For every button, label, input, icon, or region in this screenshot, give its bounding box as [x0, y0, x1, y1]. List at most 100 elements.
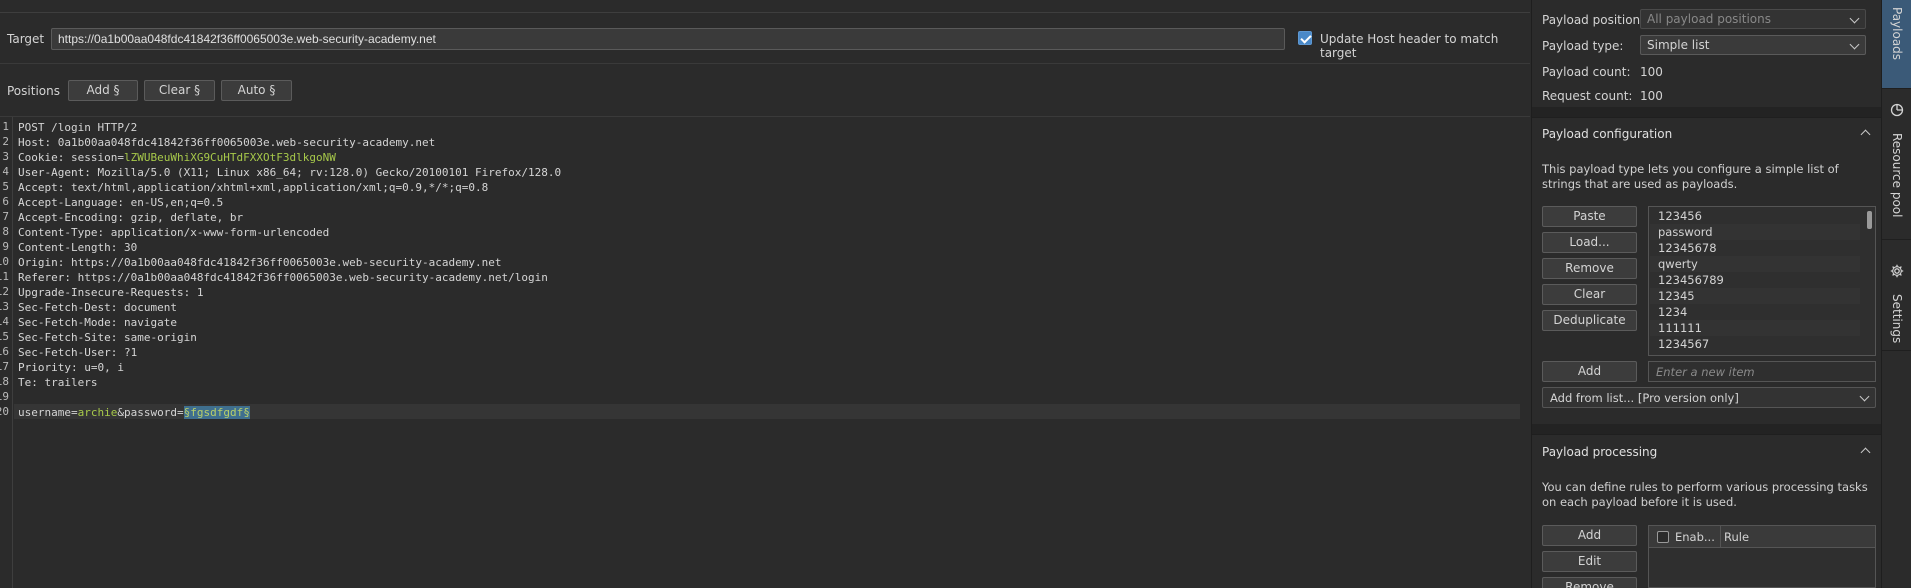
- list-item[interactable]: 1234567: [1650, 336, 1860, 352]
- request-count-label: Request count:: [1542, 89, 1633, 103]
- payload-count-value: 100: [1640, 65, 1663, 79]
- header-line: User-Agent: Mozilla/5.0 (X11; Linux x86_…: [18, 165, 561, 180]
- remove-rule-button[interactable]: Remove: [1542, 577, 1637, 588]
- header-line: Accept: text/html,application/xhtml+xml,…: [18, 180, 488, 195]
- header-line: Sec-Fetch-Mode: navigate: [18, 315, 177, 330]
- positions-label: Positions: [7, 84, 60, 98]
- select-all-checkbox[interactable]: [1657, 531, 1669, 543]
- header-key: Cookie:: [18, 151, 71, 164]
- payload-configuration-description: This payload type lets you configure a s…: [1542, 162, 1839, 191]
- line-number: 12: [0, 285, 9, 298]
- clear-markers-button[interactable]: Clear §: [144, 80, 215, 101]
- header-value: trailers: [44, 376, 98, 389]
- list-item[interactable]: 123456789: [1650, 272, 1860, 288]
- tab-payloads[interactable]: Payloads: [1882, 0, 1911, 88]
- header-value: u=0, i: [84, 361, 124, 374]
- top-strip: [0, 0, 1530, 13]
- tab-resource-pool[interactable]: Resource pool: [1882, 89, 1911, 239]
- tab-settings[interactable]: Settings: [1882, 240, 1911, 350]
- section-gap: [1532, 424, 1882, 434]
- chevron-down-icon: [1849, 39, 1860, 50]
- request-editor[interactable]: 1 2 3 4 5 6 7 8 9 10 11 12 13 14 15 16 1…: [0, 117, 1530, 588]
- gear-icon: [1890, 264, 1904, 278]
- line-number: 5: [2, 180, 9, 193]
- add-marker-button[interactable]: Add §: [68, 80, 138, 101]
- payload-position-marker[interactable]: §fgsdfgdf§: [183, 406, 250, 419]
- add-from-list-select[interactable]: Add from list... [Pro version only]: [1542, 387, 1876, 408]
- payload-list[interactable]: 123456 password 12345678 qwerty 12345678…: [1648, 206, 1876, 356]
- section-divider: [1532, 434, 1882, 435]
- positions-pane: Target Update Host header to match targe…: [0, 0, 1530, 588]
- header-key: Host:: [18, 136, 58, 149]
- param-equals: =: [176, 406, 184, 419]
- target-url-input[interactable]: [51, 28, 1285, 50]
- list-item[interactable]: qwerty: [1650, 256, 1860, 272]
- list-item[interactable]: 12345678: [1650, 240, 1860, 256]
- section-divider: [1532, 117, 1882, 118]
- remove-button[interactable]: Remove: [1542, 258, 1637, 279]
- update-host-label: Update Host header to match target: [1320, 32, 1499, 60]
- intruder-window: Target Update Host header to match targe…: [0, 0, 1911, 588]
- list-item[interactable]: 111111: [1650, 320, 1860, 336]
- request-count-value: 100: [1640, 89, 1663, 103]
- load-button[interactable]: Load...: [1542, 232, 1637, 253]
- param-separator: &: [117, 406, 124, 419]
- deduplicate-button[interactable]: Deduplicate: [1542, 310, 1637, 331]
- header-key: User-Agent:: [18, 166, 98, 179]
- header-line: Accept-Language: en-US,en;q=0.5: [18, 195, 223, 210]
- header-value: text/html,application/xhtml+xml,applicat…: [70, 181, 489, 194]
- divider: [0, 63, 1530, 64]
- list-item[interactable]: 123456: [1650, 208, 1860, 224]
- list-item[interactable]: 12345: [1650, 288, 1860, 304]
- line-number: 14: [0, 315, 9, 328]
- pie-chart-icon: [1890, 103, 1904, 117]
- add-rule-button[interactable]: Add: [1542, 525, 1637, 546]
- cookie-name: session: [70, 151, 118, 164]
- line-number: 11: [0, 270, 9, 283]
- list-item[interactable]: 1234: [1650, 304, 1860, 320]
- column-divider[interactable]: [1720, 526, 1721, 548]
- line-number: 16: [0, 345, 9, 358]
- tab-resource-pool-label: Resource pool: [1890, 133, 1904, 218]
- column-header-enabled[interactable]: Enab...: [1675, 530, 1720, 545]
- table-header: Enab... Rule: [1649, 526, 1875, 548]
- tab-payloads-label: Payloads: [1890, 7, 1904, 61]
- update-host-checkbox[interactable]: [1298, 31, 1312, 45]
- paste-button[interactable]: Paste: [1542, 206, 1637, 227]
- line-number-gutter: 1 2 3 4 5 6 7 8 9 10 11 12 13 14 15 16 1…: [0, 117, 13, 588]
- header-value: navigate: [123, 316, 177, 329]
- header-line: Priority: u=0, i: [18, 360, 124, 375]
- chevron-up-icon[interactable]: [1860, 447, 1871, 458]
- param-value: archie: [77, 406, 118, 419]
- header-line: Cookie: session=lZWUBeuWhiXG9CuHTdFXXOtF…: [18, 150, 336, 165]
- payload-type-select[interactable]: Simple list: [1640, 35, 1866, 55]
- tab-divider: [1882, 350, 1911, 351]
- header-value: 30: [123, 241, 138, 254]
- header-key: Sec-Fetch-Dest:: [18, 301, 124, 314]
- param-name: username: [18, 406, 71, 419]
- add-item-button[interactable]: Add: [1542, 361, 1637, 382]
- edit-rule-button[interactable]: Edit: [1542, 551, 1637, 572]
- header-line: Content-Type: application/x-www-form-url…: [18, 225, 329, 240]
- list-scrollbar[interactable]: [1867, 211, 1872, 229]
- new-item-input[interactable]: Enter a new item: [1648, 361, 1876, 382]
- line-number: 13: [0, 300, 9, 313]
- clear-button[interactable]: Clear: [1542, 284, 1637, 305]
- processing-rules-table[interactable]: Enab... Rule: [1648, 525, 1876, 588]
- header-value: application/x-www-form-urlencoded: [110, 226, 330, 239]
- auto-markers-button[interactable]: Auto §: [221, 80, 292, 101]
- chevron-up-icon[interactable]: [1860, 129, 1871, 140]
- side-tab-strip: Payloads Resource pool Settings: [1881, 0, 1911, 588]
- header-line: Origin: https://0a1b00aa048fdc41842f36ff…: [18, 255, 501, 270]
- header-line: Sec-Fetch-Dest: document: [18, 300, 177, 315]
- header-value: en-US,en;q=0.5: [130, 196, 224, 209]
- header-line: Accept-Encoding: gzip, deflate, br: [18, 210, 243, 225]
- payload-position-select[interactable]: All payload positions: [1640, 9, 1866, 29]
- line-number: 7: [2, 210, 9, 223]
- line-number: 9: [2, 240, 9, 253]
- header-line: Te: trailers: [18, 375, 97, 390]
- header-key: Origin:: [18, 256, 71, 269]
- payload-position-value: All payload positions: [1647, 12, 1772, 26]
- column-header-rule[interactable]: Rule: [1724, 530, 1749, 544]
- list-item[interactable]: password: [1650, 224, 1860, 240]
